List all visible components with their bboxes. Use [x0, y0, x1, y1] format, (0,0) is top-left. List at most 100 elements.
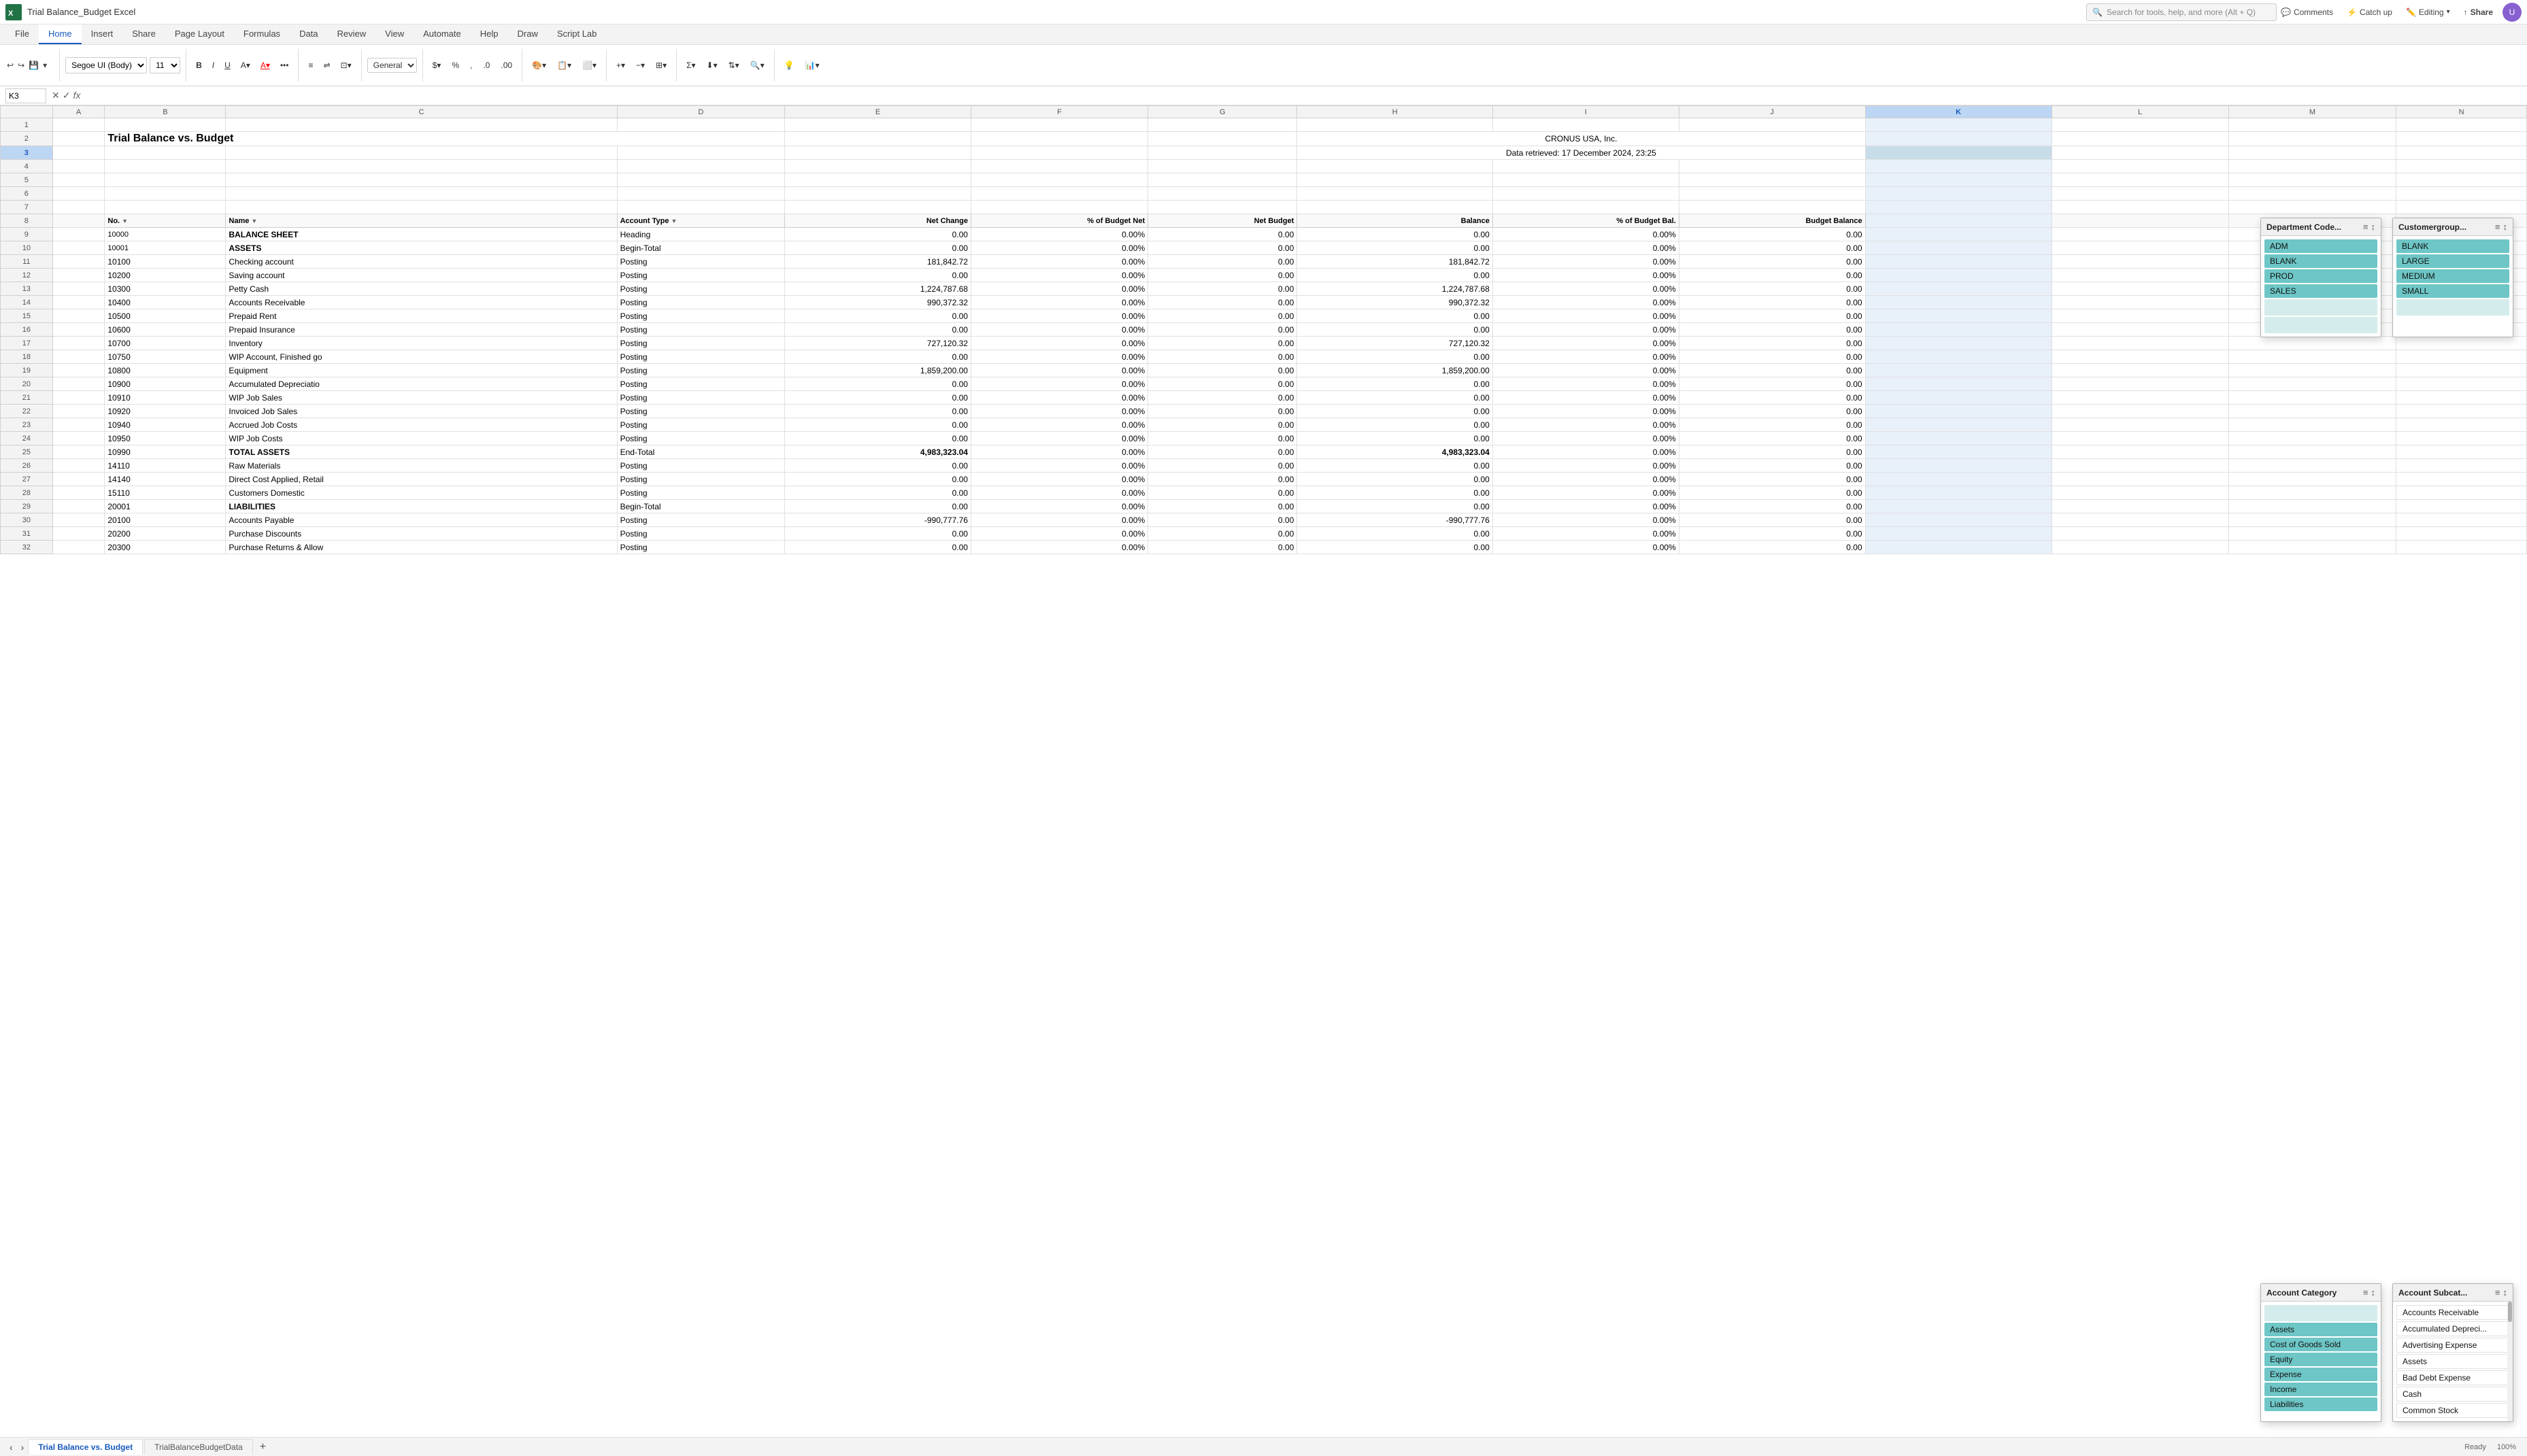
editing-button[interactable]: ✏️ Editing ▾: [2402, 6, 2454, 18]
ac-item-equity[interactable]: Equity: [2264, 1353, 2377, 1366]
scrollbar-track[interactable]: [2507, 1302, 2513, 1421]
cell-styles-button[interactable]: ⬜▾: [578, 58, 601, 73]
as-item-common-stock[interactable]: Common Stock: [2396, 1403, 2509, 1418]
zoom-controls[interactable]: 100%: [2492, 1443, 2522, 1451]
ac-item-cogs[interactable]: Cost of Goods Sold: [2264, 1338, 2377, 1351]
tab-insert[interactable]: Insert: [82, 24, 123, 44]
account-category-header[interactable]: Account Category ≡ ↕: [2261, 1284, 2381, 1302]
search-bar[interactable]: 🔍 Search for tools, help, and more (Alt …: [2086, 3, 2277, 21]
dept-item-empty2[interactable]: [2264, 317, 2377, 333]
filter-icon[interactable]: ≡: [2363, 222, 2369, 232]
cell-n1[interactable]: [2396, 118, 2527, 132]
ac-item-liabilities[interactable]: Liabilities: [2264, 1398, 2377, 1411]
cell-m2[interactable]: [2228, 132, 2396, 146]
cell-b7[interactable]: [105, 201, 226, 214]
tab-share[interactable]: Share: [122, 24, 165, 44]
cell-n4[interactable]: [2396, 160, 2527, 173]
cg-item-empty[interactable]: [2396, 299, 2509, 316]
ac-item-expense[interactable]: Expense: [2264, 1368, 2377, 1381]
cell-c7[interactable]: [226, 201, 617, 214]
cell-i5[interactable]: [1492, 173, 1679, 187]
cell-reference-input[interactable]: K3: [5, 88, 46, 103]
as-item-assets[interactable]: Assets: [2396, 1354, 2509, 1369]
percent-button[interactable]: %: [448, 58, 463, 73]
sheet-tab-trial-balance[interactable]: Trial Balance vs. Budget: [28, 1439, 143, 1455]
cell-e2[interactable]: [785, 132, 971, 146]
cell-d1[interactable]: [617, 118, 785, 132]
tab-help[interactable]: Help: [471, 24, 508, 44]
cell-g3[interactable]: [1148, 146, 1297, 160]
row-num-4[interactable]: 4: [1, 160, 53, 173]
col-header-a[interactable]: A: [52, 106, 105, 118]
cell-m6[interactable]: [2228, 187, 2396, 201]
cell-g2[interactable]: [1148, 132, 1297, 146]
cell-g5[interactable]: [1148, 173, 1297, 187]
cg-item-medium[interactable]: MEDIUM: [2396, 269, 2509, 283]
cell-e5[interactable]: [785, 173, 971, 187]
font-size-select[interactable]: 11: [150, 57, 180, 73]
as-sort-icon[interactable]: ↕: [2503, 1287, 2508, 1298]
cell-h7[interactable]: [1297, 201, 1493, 214]
col-header-d[interactable]: D: [617, 106, 785, 118]
sheet-nav-right[interactable]: ›: [17, 1442, 29, 1453]
autosum-button[interactable]: Σ▾: [682, 58, 699, 73]
dept-item-sales[interactable]: SALES: [2264, 284, 2377, 298]
cell-c6[interactable]: [226, 187, 617, 201]
decrease-decimal-button[interactable]: .0: [479, 58, 494, 73]
ac-item-empty[interactable]: [2264, 1305, 2377, 1321]
col-header-e[interactable]: E: [785, 106, 971, 118]
cell-n2[interactable]: [2396, 132, 2527, 146]
redo-button[interactable]: ↪: [16, 59, 26, 71]
cg-sort-icon[interactable]: ↕: [2503, 222, 2508, 232]
cell-b1[interactable]: [105, 118, 226, 132]
row-num-7[interactable]: 7: [1, 201, 53, 214]
cell-a7[interactable]: [52, 201, 105, 214]
cell-k2[interactable]: [1865, 132, 2052, 146]
add-sheet-button[interactable]: +: [254, 1438, 271, 1456]
col-header-f[interactable]: F: [971, 106, 1148, 118]
cell-m5[interactable]: [2228, 173, 2396, 187]
cell-a5[interactable]: [52, 173, 105, 187]
cell-d7[interactable]: [617, 201, 785, 214]
cell-m1[interactable]: [2228, 118, 2396, 132]
cell-f6[interactable]: [971, 187, 1148, 201]
cell-j7[interactable]: [1679, 201, 1865, 214]
customergroup-header[interactable]: Customergroup... ≡ ↕: [2393, 218, 2513, 236]
cell-l4[interactable]: [2052, 160, 2228, 173]
as-item-acc-dep[interactable]: Accumulated Depreci...: [2396, 1321, 2509, 1336]
find-select-button[interactable]: 🔍▾: [746, 58, 769, 73]
insert-function-icon[interactable]: fx: [73, 90, 80, 101]
cell-a3[interactable]: [52, 146, 105, 160]
cell-j5[interactable]: [1679, 173, 1865, 187]
cell-l5[interactable]: [2052, 173, 2228, 187]
row-num-3[interactable]: 3: [1, 146, 53, 160]
cell-m7[interactable]: [2228, 201, 2396, 214]
cell-h1[interactable]: [1297, 118, 1493, 132]
increase-decimal-button[interactable]: .00: [497, 58, 516, 73]
cell-l7[interactable]: [2052, 201, 2228, 214]
cell-l3[interactable]: [2052, 146, 2228, 160]
cancel-formula-icon[interactable]: ✕: [52, 90, 60, 101]
dept-item-blank[interactable]: BLANK: [2264, 254, 2377, 268]
cell-l6[interactable]: [2052, 187, 2228, 201]
cg-item-large[interactable]: LARGE: [2396, 254, 2509, 268]
cell-d4[interactable]: [617, 160, 785, 173]
catchup-button[interactable]: ⚡ Catch up: [2343, 6, 2396, 18]
cell-f3[interactable]: [971, 146, 1148, 160]
tab-automate[interactable]: Automate: [414, 24, 471, 44]
col-header-j[interactable]: J: [1679, 106, 1865, 118]
more-format-button[interactable]: •••: [276, 58, 293, 73]
user-avatar[interactable]: U: [2503, 3, 2522, 22]
more-button[interactable]: ▾: [41, 59, 48, 71]
underline-button[interactable]: U: [220, 58, 235, 73]
merge-button[interactable]: ⊡▾: [337, 58, 356, 73]
col-header-i[interactable]: I: [1492, 106, 1679, 118]
cell-c1[interactable]: [226, 118, 617, 132]
department-code-header[interactable]: Department Code... ≡ ↕: [2261, 218, 2381, 236]
as-item-adv[interactable]: Advertising Expense: [2396, 1338, 2509, 1353]
ac-sort-icon[interactable]: ↕: [2371, 1287, 2376, 1298]
accounting-format-button[interactable]: $▾: [429, 58, 446, 73]
cell-h6[interactable]: [1297, 187, 1493, 201]
cg-item-small[interactable]: SMALL: [2396, 284, 2509, 298]
cell-f7[interactable]: [971, 201, 1148, 214]
